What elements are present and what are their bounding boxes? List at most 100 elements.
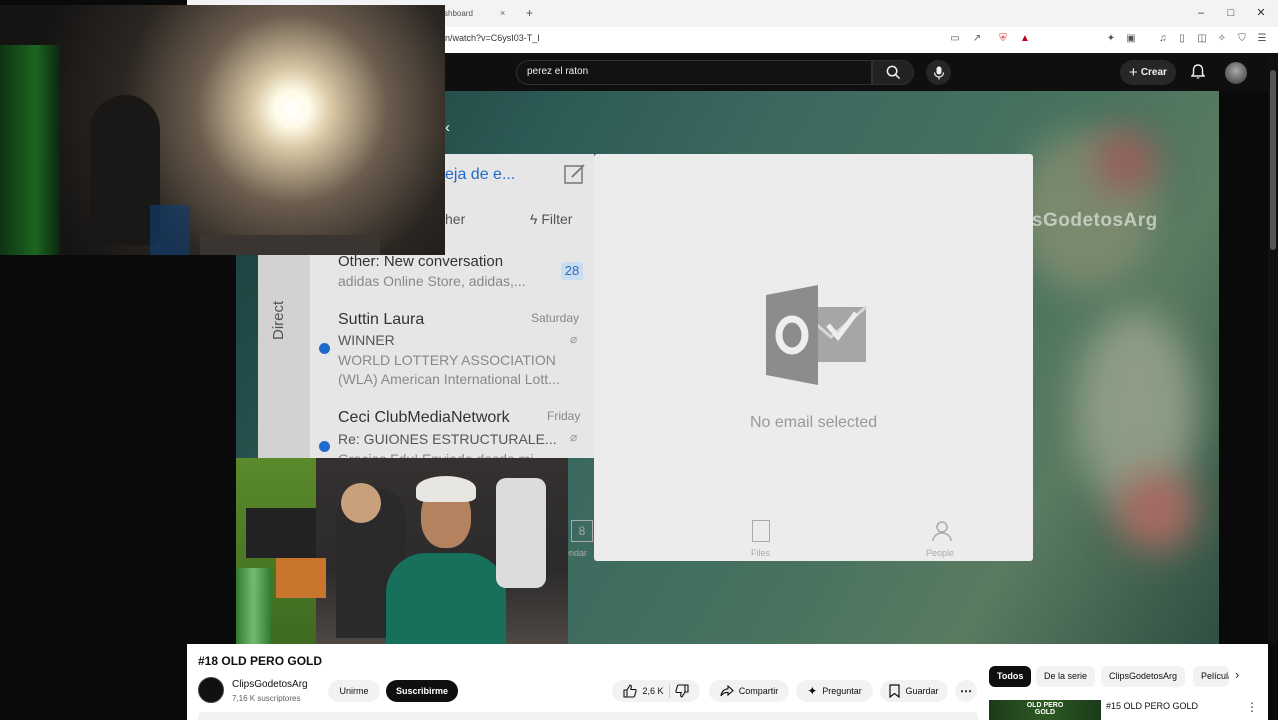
channel-avatar[interactable] xyxy=(198,677,224,703)
sparkle-icon: ✦ xyxy=(807,684,818,698)
calendar-icon: 8 xyxy=(571,520,593,542)
email-preview: (WLA) American International Lott... xyxy=(338,371,560,387)
bookmark-icon xyxy=(889,684,901,698)
extensions-icon[interactable]: ✦ xyxy=(1103,31,1119,47)
chevron-right-icon[interactable]: › xyxy=(1235,667,1239,682)
dislike-button[interactable] xyxy=(674,684,689,698)
more-actions-button[interactable]: ⋯ xyxy=(955,680,977,702)
email-subject: Re: GUIONES ESTRUCTURALE... xyxy=(338,431,557,447)
video-blur-shape xyxy=(1116,471,1196,551)
email-sender: Suttin Laura xyxy=(338,311,425,328)
chip-movies[interactable]: Películas xyxy=(1193,666,1229,687)
unread-count-badge: 28 xyxy=(561,262,583,280)
nav-people-label: People xyxy=(926,548,955,558)
video-title: #18 OLD PERO GOLD xyxy=(198,654,323,668)
join-label: Unirme xyxy=(339,686,369,696)
like-count: 2,6 K xyxy=(642,686,664,696)
subscriber-count: 7,16 K suscriptores xyxy=(232,694,301,703)
voice-search-button[interactable] xyxy=(926,60,951,85)
share-page-icon[interactable]: ↗ xyxy=(969,31,985,47)
media-icon[interactable]: ♫ xyxy=(1155,31,1171,47)
microphone-icon xyxy=(933,66,944,79)
tab-title: shboard xyxy=(444,9,473,18)
minimize-button[interactable]: – xyxy=(1191,4,1211,22)
ask-button[interactable]: ✦ Preguntar xyxy=(796,680,873,702)
notifications-button[interactable] xyxy=(1188,62,1208,82)
vpn-icon[interactable]: ⛉ xyxy=(1234,31,1250,47)
attachment-icon: ⌀ xyxy=(570,430,578,444)
join-button[interactable]: Unirme xyxy=(328,680,380,702)
mail-header-title: eja de e... xyxy=(445,166,516,183)
filter-control: ϟ Filter xyxy=(530,211,572,227)
related-video-title[interactable]: #15 OLD PERO GOLD xyxy=(1106,701,1198,711)
email-date: Saturday xyxy=(531,311,580,325)
thumbs-down-icon xyxy=(674,684,689,698)
channel-name[interactable]: ClipsGodetosArg xyxy=(232,679,308,690)
person-right-shirt xyxy=(386,553,506,644)
share-label: Compartir xyxy=(738,686,779,696)
search-query[interactable]: perez el raton xyxy=(527,66,588,77)
new-tab-button[interactable]: + xyxy=(526,0,533,27)
email-sender: Ceci ClubMediaNetwork xyxy=(338,409,510,426)
share-button[interactable]: Compartir xyxy=(709,680,789,702)
subscribe-button[interactable]: Suscribirme xyxy=(386,680,458,702)
empty-state-text: No email selected xyxy=(750,414,878,431)
create-button[interactable]: + Crear xyxy=(1120,60,1176,85)
email-subject: WINNER xyxy=(338,332,395,348)
files-icon xyxy=(752,520,770,542)
browser-tab[interactable]: shboard xyxy=(440,2,526,25)
video-blur-shape xyxy=(1096,131,1156,191)
rewards-icon[interactable]: ▲ xyxy=(1017,31,1033,47)
cast-icon[interactable]: ▭ xyxy=(947,31,963,47)
nav-calendar-label: Calendar xyxy=(567,548,587,558)
more-icon: ⋯ xyxy=(960,684,972,698)
scrollbar-thumb[interactable] xyxy=(1270,70,1276,250)
chip-all[interactable]: Todos xyxy=(989,666,1032,687)
thumbs-up-icon xyxy=(623,684,638,698)
close-window-button[interactable]: ✕ xyxy=(1251,4,1271,22)
leo-icon[interactable]: ✧ xyxy=(1214,31,1230,47)
people-icon xyxy=(932,520,952,542)
calendar-day: 8 xyxy=(578,524,586,538)
like-divider xyxy=(668,684,670,698)
share-icon xyxy=(720,685,734,697)
url-text[interactable]: n/watch?v=C6ysI03-T_I xyxy=(445,33,540,43)
tab-close-icon[interactable]: × xyxy=(500,2,505,25)
webcam-overlay-bottom xyxy=(236,458,568,644)
ask-label: Preguntar xyxy=(822,686,862,696)
compose-icon xyxy=(563,162,587,191)
chip-channel[interactable]: ClipsGodetosArg xyxy=(1101,666,1186,687)
tab-other: her xyxy=(445,211,466,227)
menu-icon[interactable]: ☰ xyxy=(1254,31,1270,47)
bell-icon xyxy=(1191,64,1205,79)
outlook-logo-icon xyxy=(766,285,868,390)
save-button[interactable]: Guardar xyxy=(880,680,948,702)
table-shape xyxy=(200,235,380,255)
wallet2-icon[interactable]: ◫ xyxy=(1194,31,1210,47)
maximize-button[interactable]: □ xyxy=(1221,4,1241,22)
email-date: Friday xyxy=(547,409,581,423)
webcam-overlay-top xyxy=(0,5,445,255)
monitor-shape xyxy=(246,508,316,558)
unread-dot xyxy=(319,441,330,452)
chip-series[interactable]: De la serie xyxy=(1036,666,1096,687)
sidebar-icon[interactable]: ▯ xyxy=(1174,31,1190,47)
back-arrow-icon: ‹ xyxy=(445,119,450,136)
drawer-shape xyxy=(276,558,326,598)
like-button[interactable]: 2,6 K xyxy=(623,684,664,698)
wallet-icon[interactable]: ▣ xyxy=(1123,31,1139,47)
related-more-icon[interactable]: ⋮ xyxy=(1246,700,1258,714)
search-button[interactable] xyxy=(872,60,914,85)
unread-dot xyxy=(319,343,330,354)
description-box[interactable] xyxy=(198,712,978,720)
account-avatar[interactable] xyxy=(1225,62,1247,84)
email-preview: adidas Online Store, adidas,... xyxy=(338,273,526,289)
person-right-hair xyxy=(416,476,476,502)
email-preview: Gracias Fdu! Enviado desde mi xyxy=(338,451,533,458)
brave-shield-icon[interactable]: ⛨ xyxy=(995,31,1011,47)
filter-icon: ϟ xyxy=(530,211,538,227)
nav-files-label: Files xyxy=(751,548,771,558)
direct-strip xyxy=(258,245,310,458)
filter-label: Filter xyxy=(541,211,573,227)
direct-label: Direct xyxy=(270,300,287,340)
